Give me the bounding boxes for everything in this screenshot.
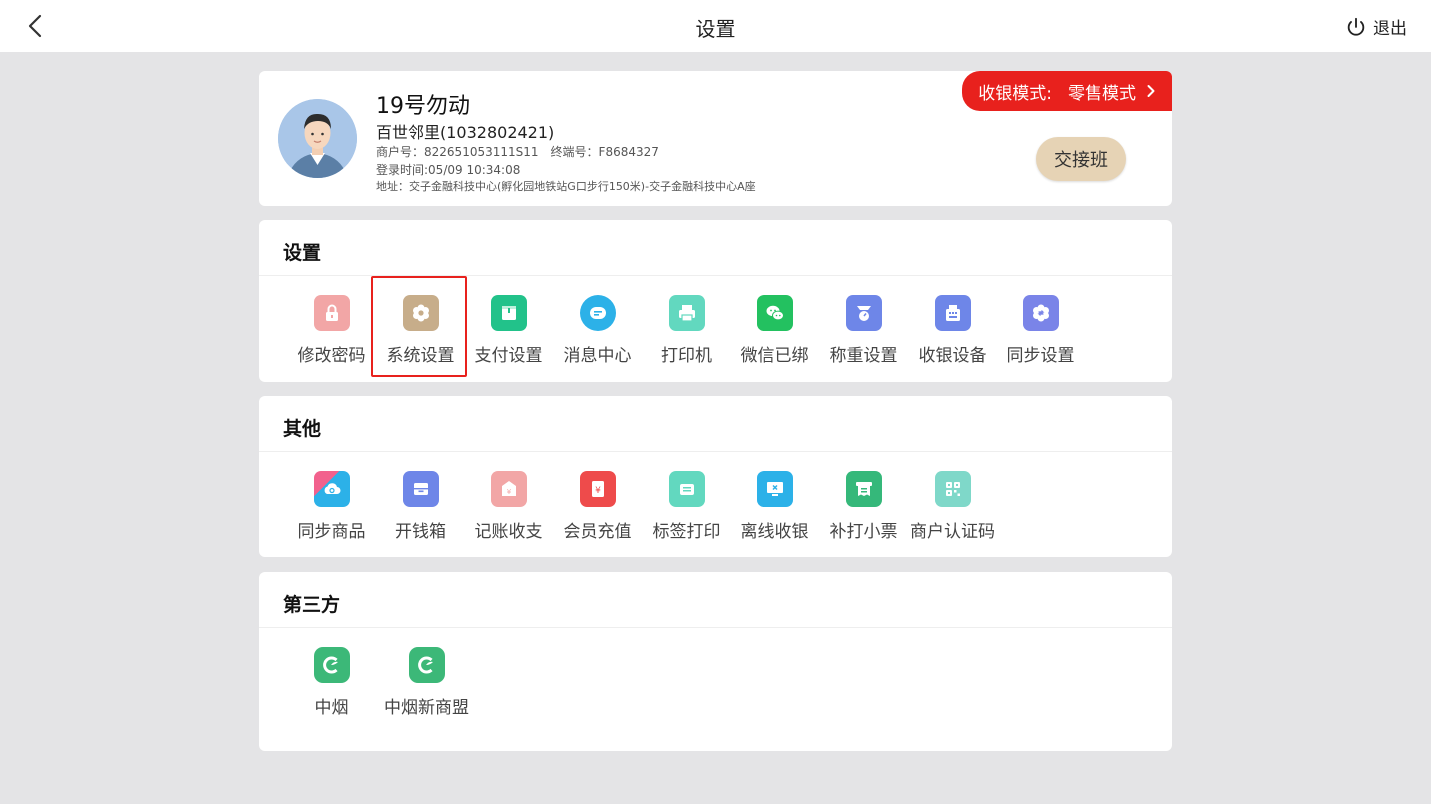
ledger-icon: ¥ (490, 471, 527, 507)
profile-card: 19号勿动 百世邻里(1032802421) 商户号：822651053111S… (259, 71, 1172, 206)
logout-button[interactable]: 退出 (1345, 14, 1407, 39)
item-label: 中烟 (314, 698, 349, 718)
section-title: 其他 (259, 396, 1172, 452)
address-info: 地址：交子金融科技中心(孵化园地铁站G口步行150米)-交子金融科技中心A座 (376, 178, 756, 194)
wechat-bound-item[interactable]: 微信已绑 (730, 295, 819, 366)
yen-card-icon: ¥ (579, 471, 616, 507)
scale-icon (845, 295, 882, 331)
sync-settings-icon (1022, 295, 1059, 331)
top-bar: 设置 退出 (0, 0, 1431, 52)
item-label: 打印机 (661, 346, 712, 366)
login-info: 登录时间:05/09 10:34:08 (376, 161, 520, 178)
page-title: 设置 (695, 17, 736, 41)
cashier-mode-label: 收银模式: (978, 83, 1052, 104)
cashier-mode-value: 零售模式 (1068, 83, 1136, 104)
settings-grid: 修改密码 系统设置 支付设置 消息中心 打印机 微信已绑 称重设置 收银设备 同… (259, 276, 1172, 376)
offline-icon (756, 471, 793, 507)
item-label: 离线收银 (740, 522, 809, 542)
item-label: 消息中心 (563, 346, 632, 366)
others-grid: 同步商品 开钱箱 ¥ 记账收支 ¥ 会员充值 标签打印 离线收银 补打小票 商户… (259, 452, 1172, 552)
zhongyan-xinshangmeng-icon (408, 647, 445, 683)
cloud-sync-icon (313, 471, 350, 507)
sync-settings-item[interactable]: 同步设置 (996, 295, 1085, 366)
item-label: 同步设置 (1006, 346, 1075, 366)
sync-products-item[interactable]: 同步商品 (287, 471, 376, 542)
bookkeeping-item[interactable]: ¥ 记账收支 (464, 471, 553, 542)
reprint-receipt-item[interactable]: 补打小票 (819, 471, 908, 542)
pos-icon (934, 295, 971, 331)
label-print-item[interactable]: 标签打印 (642, 471, 731, 542)
label-printer-icon (668, 471, 705, 507)
settings-section: 设置 修改密码 系统设置 支付设置 消息中心 打印机 微信已绑 称重设置 收银设… (259, 220, 1172, 382)
address-label: 地址： (376, 180, 409, 193)
svg-text:¥: ¥ (506, 488, 511, 496)
gear-icon (402, 295, 439, 331)
logout-label: 退出 (1373, 19, 1407, 39)
store-name: 百世邻里(1032802421) (376, 123, 555, 142)
item-label: 同步商品 (297, 522, 366, 542)
item-label: 修改密码 (297, 346, 366, 366)
shop-name: 19号勿动 (376, 94, 470, 119)
printer-item[interactable]: 打印机 (642, 295, 731, 366)
item-label: 称重设置 (829, 346, 898, 366)
offline-cashier-item[interactable]: 离线收银 (730, 471, 819, 542)
item-label: 记账收支 (474, 522, 543, 542)
item-label: 支付设置 (474, 346, 543, 366)
item-label: 商户认证码 (910, 522, 995, 542)
payment-settings-item[interactable]: 支付设置 (464, 295, 553, 366)
change-password-item[interactable]: 修改密码 (287, 295, 376, 366)
message-center-item[interactable]: 消息中心 (553, 295, 642, 366)
zhongyan-icon (313, 647, 350, 683)
cashier-device-item[interactable]: 收银设备 (908, 295, 997, 366)
login-label: 登录时间: (376, 163, 429, 177)
open-cash-drawer-item[interactable]: 开钱箱 (376, 471, 465, 542)
printer-icon (668, 295, 705, 331)
third-party-section: 第三方 中烟 中烟新商盟 (259, 572, 1172, 751)
power-icon (1347, 17, 1365, 36)
svg-text:¥: ¥ (595, 486, 601, 496)
zhongyan-xinshangmeng-item[interactable]: 中烟新商盟 (382, 647, 471, 718)
system-settings-item[interactable]: 系统设置 (376, 295, 465, 366)
chevron-right-icon (1147, 85, 1155, 97)
lock-icon (313, 295, 350, 331)
weighing-settings-item[interactable]: 称重设置 (819, 295, 908, 366)
cashier-mode-button[interactable]: 收银模式: 零售模式 (962, 71, 1172, 111)
terminal-number: F8684327 (598, 145, 659, 159)
address-text: 交子金融科技中心(孵化园地铁站G口步行150米)-交子金融科技中心A座 (409, 180, 756, 193)
merchant-number: 822651053111S11 (424, 145, 539, 159)
terminal-label: 终端号： (550, 145, 599, 159)
merchant-auth-code-item[interactable]: 商户认证码 (908, 471, 997, 542)
item-label: 标签打印 (652, 522, 721, 542)
item-label: 微信已绑 (740, 346, 809, 366)
third-party-grid: 中烟 中烟新商盟 (259, 628, 1172, 728)
message-icon (579, 295, 616, 331)
member-recharge-item[interactable]: ¥ 会员充值 (553, 471, 642, 542)
zhongyan-item[interactable]: 中烟 (287, 647, 376, 718)
item-label: 补打小票 (829, 522, 898, 542)
merchant-info: 商户号：822651053111S11 终端号：F8684327 (376, 143, 659, 160)
item-label: 系统设置 (386, 346, 455, 366)
receipt-icon (845, 471, 882, 507)
wechat-icon (756, 295, 793, 331)
item-label: 中烟新商盟 (384, 698, 469, 718)
shift-handover-button[interactable]: 交接班 (1036, 137, 1126, 181)
wallet-icon (490, 295, 527, 331)
item-label: 会员充值 (563, 522, 632, 542)
cash-drawer-icon (402, 471, 439, 507)
login-time: 05/09 10:34:08 (428, 163, 521, 177)
item-label: 收银设备 (918, 346, 987, 366)
qr-code-icon (934, 471, 971, 507)
merchant-label: 商户号： (376, 145, 425, 159)
others-section: 其他 同步商品 开钱箱 ¥ 记账收支 ¥ 会员充值 标签打印 离线收银 补打小票 (259, 396, 1172, 557)
item-label: 开钱箱 (395, 522, 446, 542)
section-title: 设置 (259, 220, 1172, 276)
section-title: 第三方 (259, 572, 1172, 628)
avatar (278, 99, 357, 178)
